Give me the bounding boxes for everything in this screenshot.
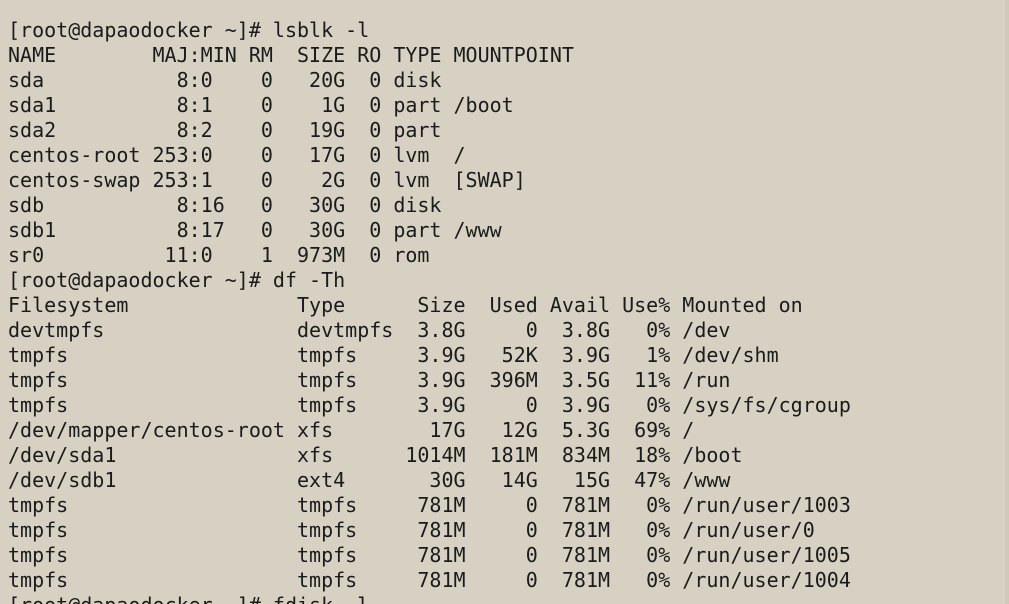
df-row: tmpfs tmpfs 3.9G 396M 3.5G 11% /run	[8, 368, 731, 392]
df-row: tmpfs tmpfs 781M 0 781M 0% /run/user/100…	[8, 493, 851, 517]
lsblk-row: sdb 8:16 0 30G 0 disk	[8, 193, 442, 217]
lsblk-row: sda 8:0 0 20G 0 disk	[8, 68, 442, 92]
prompt-fdisk: [root@dapaodocker ~]# fdisk -l	[8, 593, 1009, 604]
lsblk-row: sda1 8:1 0 1G 0 part /boot	[8, 93, 514, 117]
window-edge	[1005, 0, 1009, 604]
df-row: tmpfs tmpfs 781M 0 781M 0% /run/user/0	[8, 518, 815, 542]
lsblk-header: NAME MAJ:MIN RM SIZE RO TYPE MOUNTPOINT	[8, 43, 574, 67]
df-header: Filesystem Type Size Used Avail Use% Mou…	[8, 293, 803, 317]
df-row: /dev/sdb1 ext4 30G 14G 15G 47% /www	[8, 468, 731, 492]
lsblk-row: sr0 11:0 1 973M 0 rom	[8, 243, 430, 267]
prompt-df: [root@dapaodocker ~]# df -Th	[8, 268, 346, 292]
lsblk-row: centos-root 253:0 0 17G 0 lvm /	[8, 143, 466, 167]
df-row: tmpfs tmpfs 781M 0 781M 0% /run/user/100…	[8, 568, 851, 592]
lsblk-row: sda2 8:2 0 19G 0 part	[8, 118, 442, 142]
df-row: /dev/mapper/centos-root xfs 17G 12G 5.3G…	[8, 418, 695, 442]
df-row: tmpfs tmpfs 3.9G 52K 3.9G 1% /dev/shm	[8, 343, 779, 367]
lsblk-row: centos-swap 253:1 0 2G 0 lvm [SWAP]	[8, 168, 526, 192]
prompt-lsblk: [root@dapaodocker ~]# lsblk -l	[8, 18, 370, 42]
df-row: tmpfs tmpfs 781M 0 781M 0% /run/user/100…	[8, 543, 851, 567]
df-row: tmpfs tmpfs 3.9G 0 3.9G 0% /sys/fs/cgrou…	[8, 393, 851, 417]
terminal-window[interactable]: [root@dapaodocker ~]# lsblk -l NAME MAJ:…	[0, 0, 1009, 604]
df-row: /dev/sda1 xfs 1014M 181M 834M 18% /boot	[8, 443, 743, 467]
lsblk-row: sdb1 8:17 0 30G 0 part /www	[8, 218, 502, 242]
df-row: devtmpfs devtmpfs 3.8G 0 3.8G 0% /dev	[8, 318, 731, 342]
